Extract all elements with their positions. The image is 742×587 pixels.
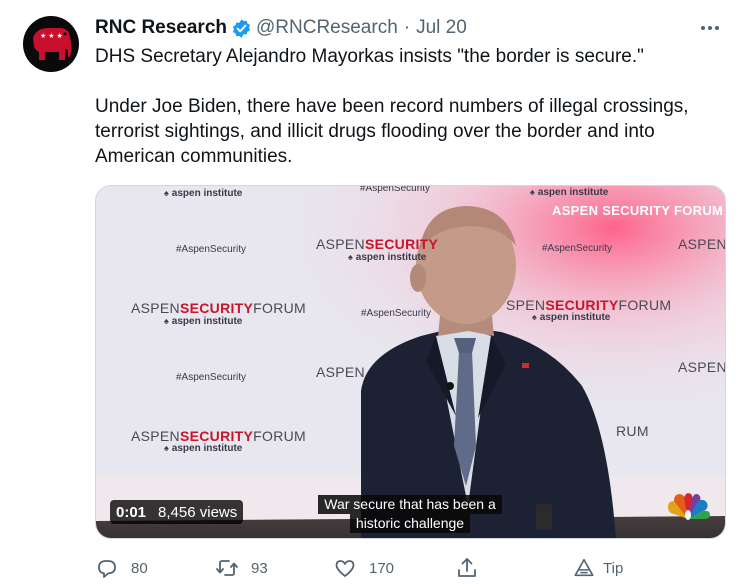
tweet-text: DHS Secretary Alejandro Mayorkas insists…	[95, 44, 725, 169]
backdrop-security-forum: SPENSECURITYFORUM	[506, 297, 671, 313]
aspen-word: ASPEN	[316, 236, 365, 252]
backdrop-institute: aspen institute	[164, 188, 243, 199]
video-timestamp: 0:01	[116, 503, 147, 521]
backdrop-institute: aspen institute	[530, 187, 609, 198]
share-button[interactable]	[455, 555, 479, 581]
like-button[interactable]: 170	[333, 555, 394, 581]
backdrop-hashtag: #AspenSecurity	[542, 243, 613, 254]
backdrop-hashtag: #AspenSecurity	[176, 244, 247, 255]
tweet-paragraph: Under Joe Biden, there have been record …	[95, 96, 689, 167]
backdrop-aspen-partial: ASPENS	[678, 359, 726, 375]
forum-word: FORUM	[618, 297, 672, 313]
security-word: SECURITY	[179, 300, 254, 316]
security-word: SECURITY	[545, 297, 619, 313]
backdrop-hashtag: #AspenSecurity	[360, 185, 431, 194]
backdrop-forum-partial: RUM	[616, 423, 649, 439]
backdrop-hashtag: #AspenSecurity	[361, 308, 432, 319]
backdrop-aspen-security: ASPENSECURITY	[316, 236, 438, 252]
backdrop-aspen-security-forum: ASPENSECURITYFORUM	[131, 428, 306, 444]
tweet[interactable]: ★ ★ ★ RNC Research @RNCResearch · Jul 20…	[0, 0, 742, 587]
video-badge: 0:01 8,456 views	[110, 500, 244, 524]
tweet-actions: 80 93 170 Tip	[95, 555, 655, 581]
share-icon	[458, 558, 476, 577]
backdrop-institute: aspen institute	[164, 443, 243, 454]
forum-word: FORUM	[253, 300, 306, 316]
caption-line: historic challenge	[349, 514, 471, 533]
security-word: SECURITY	[179, 428, 254, 444]
backdrop-institute: aspen institute	[532, 312, 611, 323]
like-icon	[335, 560, 355, 577]
security-word: SECURITY	[364, 236, 439, 252]
retweet-icon	[216, 560, 238, 576]
nbc-peacock-logo	[667, 493, 710, 520]
tweet-paragraph: DHS Secretary Alejandro Mayorkas insists…	[95, 46, 644, 67]
forum-word: FORUM	[253, 428, 306, 444]
video-views: 8,456 views	[158, 503, 238, 521]
separator: ·	[403, 17, 411, 38]
aspen-word: ASPEN	[131, 428, 180, 444]
backdrop-aspen-partial: ASPEN	[316, 364, 365, 380]
backdrop-aspen-partial: ASPENS	[678, 236, 726, 252]
tweet-header: RNC Research @RNCResearch · Jul 20	[95, 14, 467, 42]
aspen-partial: SPEN	[506, 297, 546, 313]
forum-banner: ASPEN SECURITY FORUM	[552, 203, 724, 218]
caption-line: War secure that has been a	[318, 495, 502, 514]
backdrop-hashtag: #AspenSecurity	[176, 372, 247, 383]
svg-text:★ ★ ★: ★ ★ ★	[40, 32, 63, 40]
reply-count: 80	[131, 559, 148, 577]
aspen-word: ASPEN	[131, 300, 180, 316]
more-icon[interactable]	[696, 14, 724, 42]
tip-button[interactable]: Tip	[573, 555, 623, 581]
tip-icon	[574, 558, 594, 577]
display-name[interactable]: RNC Research	[95, 17, 227, 39]
like-count: 170	[369, 559, 395, 577]
tweet-date[interactable]: Jul 20	[416, 17, 467, 39]
retweet-count: 93	[251, 559, 268, 577]
backdrop-institute: aspen institute	[348, 252, 427, 263]
republican-elephant-logo: ★ ★ ★	[33, 28, 72, 60]
reply-button[interactable]: 80	[95, 555, 148, 581]
tip-label: Tip	[603, 559, 624, 577]
video-player[interactable]: aspen institute #AspenSecurity aspen ins…	[95, 185, 726, 539]
handle[interactable]: @RNCResearch	[256, 17, 398, 39]
retweet-button[interactable]: 93	[215, 555, 268, 581]
video-caption: War secure that has been a historic chal…	[310, 495, 510, 533]
reply-icon	[98, 560, 116, 578]
avatar[interactable]: ★ ★ ★	[23, 16, 79, 72]
backdrop-aspen-security-forum: ASPENSECURITYFORUM	[131, 300, 306, 316]
backdrop-institute: aspen institute	[164, 316, 243, 327]
verified-badge-icon	[232, 18, 251, 38]
